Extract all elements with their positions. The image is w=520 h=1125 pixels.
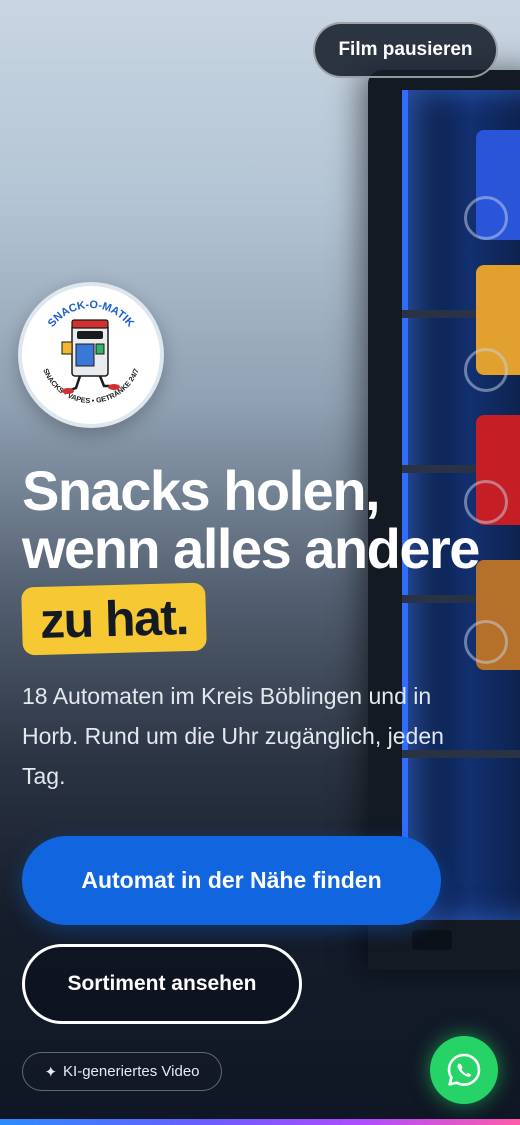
hero-headline: Snacks holen, wenn alles andere	[22, 462, 512, 578]
headline-line-2: wenn alles andere	[22, 517, 480, 580]
sparkle-icon: ✦	[44, 1063, 58, 1081]
hero-subtext: 18 Automaten im Kreis Böblingen und in H…	[22, 683, 444, 789]
hero-section: Film pausieren SNACK-O-MATIK SNACKS • VA…	[0, 0, 520, 1125]
ai-video-badge: ✦ KI-generiertes Video	[22, 1052, 222, 1091]
find-machine-button[interactable]: Automat in der Nähe finden	[22, 836, 441, 925]
pause-film-button[interactable]: Film pausieren	[313, 22, 498, 78]
logo-mascot-icon: SNACK-O-MATIK SNACKS • VAPES • GETRÄNKE …	[41, 299, 140, 405]
whatsapp-button[interactable]	[430, 1036, 498, 1104]
whatsapp-icon	[447, 1053, 481, 1086]
headline-highlight: zu hat.	[21, 582, 207, 656]
view-assortment-button[interactable]: Sortiment ansehen	[22, 944, 302, 1024]
bottom-gradient-bar	[0, 1119, 520, 1125]
ai-video-label: KI-generiertes Video	[63, 1063, 200, 1080]
snack-o-matik-logo[interactable]: SNACK-O-MATIK SNACKS • VAPES • GETRÄNKE …	[18, 282, 164, 428]
headline-line-1: Snacks holen,	[22, 459, 381, 522]
